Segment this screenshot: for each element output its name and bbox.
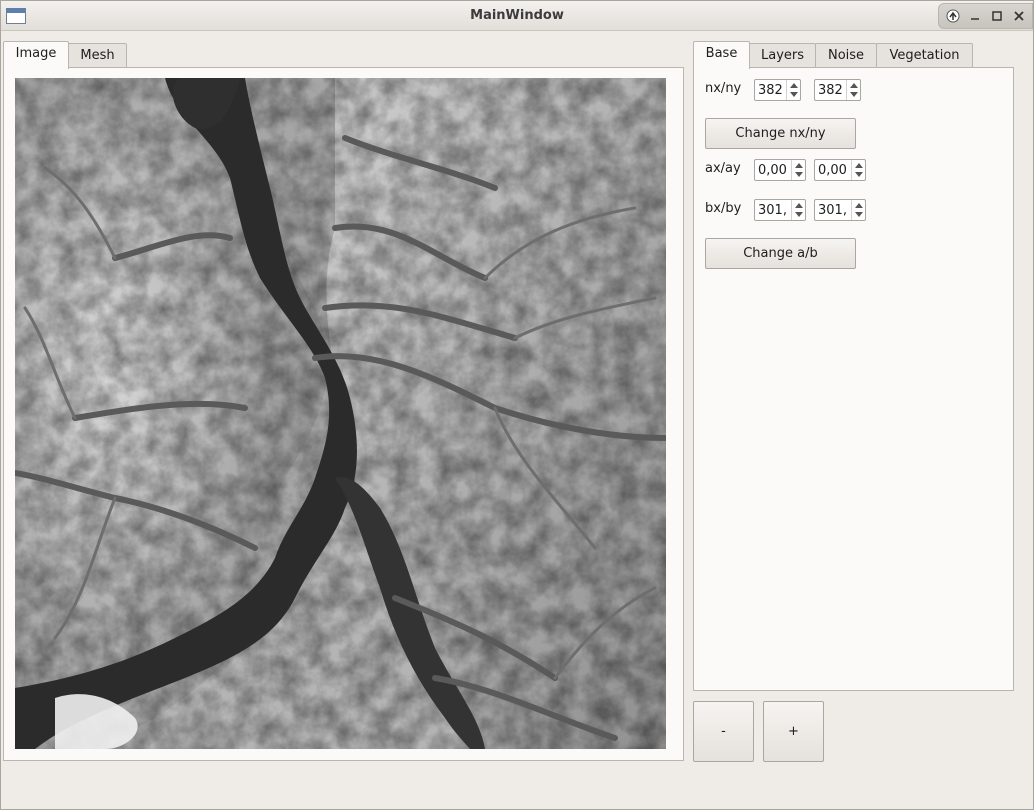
by-spinbox[interactable]: 301, bbox=[814, 199, 866, 221]
bxby-label: bx/by bbox=[705, 201, 742, 216]
ax-spinbox[interactable]: 0,00 bbox=[754, 159, 806, 181]
window-title: MainWindow bbox=[470, 8, 564, 23]
nx-spinbox[interactable]: 382 bbox=[754, 79, 801, 101]
bx-value: 301, bbox=[758, 203, 787, 218]
ny-value: 382 bbox=[818, 83, 843, 98]
ay-spinbox[interactable]: 0,00 bbox=[814, 159, 866, 181]
tab-image[interactable]: Image bbox=[3, 41, 69, 69]
ay-value: 0,00 bbox=[818, 163, 847, 178]
up-arrow-icon[interactable] bbox=[945, 8, 961, 24]
change-nxny-button[interactable]: Change nx/ny bbox=[705, 118, 856, 149]
by-value: 301, bbox=[818, 203, 847, 218]
axay-label: ax/ay bbox=[705, 161, 741, 176]
tab-layers[interactable]: Layers bbox=[749, 43, 816, 69]
change-ab-button[interactable]: Change a/b bbox=[705, 238, 856, 269]
zoom-in-button[interactable]: + bbox=[763, 701, 824, 762]
maximize-icon[interactable] bbox=[989, 8, 1005, 24]
title-bar: MainWindow bbox=[1, 1, 1033, 31]
tab-noise[interactable]: Noise bbox=[815, 43, 877, 69]
close-icon[interactable] bbox=[1011, 8, 1027, 24]
minimize-icon[interactable] bbox=[967, 8, 983, 24]
zoom-out-button[interactable]: - bbox=[693, 701, 754, 762]
ny-spinbox[interactable]: 382 bbox=[814, 79, 861, 101]
nx-value: 382 bbox=[758, 83, 783, 98]
bx-spinbox[interactable]: 301, bbox=[754, 199, 806, 221]
tab-base[interactable]: Base bbox=[693, 41, 750, 69]
tab-mesh[interactable]: Mesh bbox=[68, 43, 127, 69]
main-window: MainWindow Image Mesh Base Layers Noise … bbox=[0, 0, 1034, 810]
tab-vegetation[interactable]: Vegetation bbox=[876, 43, 973, 69]
terrain-heightmap-image[interactable] bbox=[15, 78, 666, 749]
ax-value: 0,00 bbox=[758, 163, 787, 178]
nxny-label: nx/ny bbox=[705, 81, 742, 96]
window-controls bbox=[938, 3, 1033, 29]
